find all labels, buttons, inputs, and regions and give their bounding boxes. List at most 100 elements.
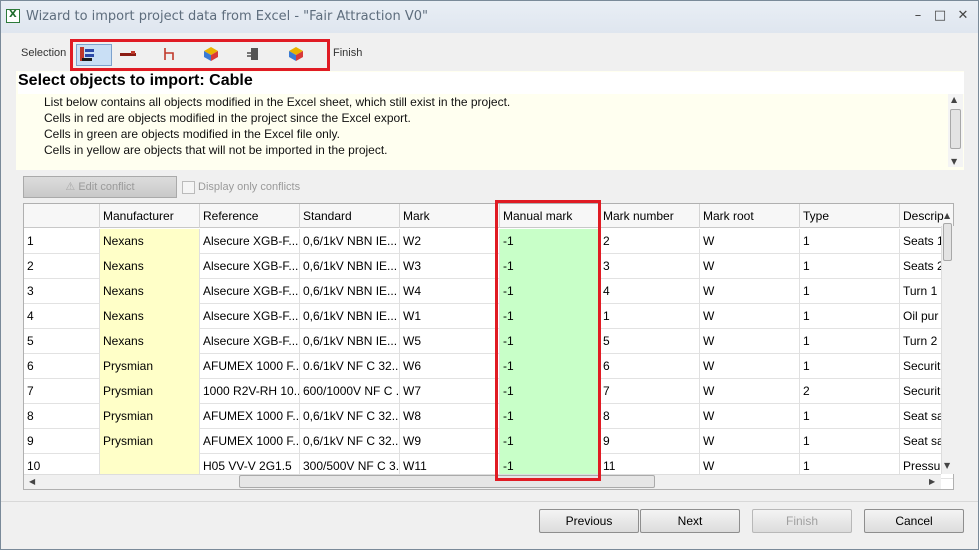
column-header-mark-number[interactable]: Mark number: [600, 204, 700, 228]
table-row[interactable]: 5 Nexans Alsecure XGB-F... 0,6/1kV NBN IE..…: [24, 329, 953, 354]
minimize-button[interactable]: –: [909, 8, 927, 24]
grid-vertical-scroll-thumb[interactable]: [943, 223, 952, 261]
column-header-standard[interactable]: Standard: [300, 204, 400, 228]
mark-cell[interactable]: W8: [400, 404, 500, 429]
manufacturer-cell[interactable]: Prysmian: [100, 404, 200, 429]
close-button[interactable]: ✕: [954, 8, 972, 24]
scroll-up-icon[interactable]: ▲: [944, 211, 950, 220]
mark-root-cell[interactable]: W: [700, 229, 800, 254]
row-index-cell[interactable]: 9: [24, 429, 100, 454]
mark-root-cell[interactable]: W: [700, 279, 800, 304]
instructions-scroll-thumb[interactable]: [950, 109, 961, 149]
mark-root-cell[interactable]: W: [700, 429, 800, 454]
row-index-cell[interactable]: 5: [24, 329, 100, 354]
standard-cell[interactable]: 0,6/1kV NBN IE...: [300, 279, 400, 304]
row-index-cell[interactable]: 6: [24, 354, 100, 379]
manufacturer-cell[interactable]: Prysmian: [100, 379, 200, 404]
column-header-manufacturer[interactable]: Manufacturer: [100, 204, 200, 228]
table-row[interactable]: 4 Nexans Alsecure XGB-F... 0,6/1kV NBN IE..…: [24, 304, 953, 329]
scroll-up-icon[interactable]: ▲: [951, 95, 957, 104]
step-selection-label[interactable]: Selection: [21, 47, 66, 59]
reference-cell[interactable]: Alsecure XGB-F...: [200, 254, 300, 279]
table-row[interactable]: 3 Nexans Alsecure XGB-F... 0,6/1kV NBN IE..…: [24, 279, 953, 304]
mark-cell[interactable]: W5: [400, 329, 500, 354]
type-cell[interactable]: 1: [800, 279, 900, 304]
previous-button[interactable]: Previous: [539, 509, 639, 533]
edit-conflict-button[interactable]: ⚠ Edit conflict: [23, 176, 177, 198]
table-row[interactable]: 9 Prysmian AFUMEX 1000 F... 0,6/1kV NF C 32…: [24, 429, 953, 454]
standard-cell[interactable]: 0,6/1kV NBN IE...: [300, 329, 400, 354]
mark-cell[interactable]: W3: [400, 254, 500, 279]
column-header-reference[interactable]: Reference: [200, 204, 300, 228]
reference-cell[interactable]: Alsecure XGB-F...: [200, 279, 300, 304]
mark-root-cell[interactable]: W: [700, 379, 800, 404]
manufacturer-cell[interactable]: Prysmian: [100, 354, 200, 379]
scroll-left-icon[interactable]: ◀: [29, 477, 35, 486]
manufacturer-cell[interactable]: Nexans: [100, 279, 200, 304]
column-header-type[interactable]: Type: [800, 204, 900, 228]
mark-root-cell[interactable]: W: [700, 354, 800, 379]
scroll-down-icon[interactable]: ▼: [951, 157, 957, 166]
type-cell[interactable]: 1: [800, 229, 900, 254]
reference-cell[interactable]: AFUMEX 1000 F...: [200, 354, 300, 379]
mark-number-cell[interactable]: 7: [600, 379, 700, 404]
mark-number-cell[interactable]: 1: [600, 304, 700, 329]
mark-number-cell[interactable]: 9: [600, 429, 700, 454]
manufacturer-cell[interactable]: Prysmian: [100, 429, 200, 454]
type-cell[interactable]: 1: [800, 329, 900, 354]
type-cell[interactable]: 1: [800, 254, 900, 279]
reference-cell[interactable]: Alsecure XGB-F...: [200, 304, 300, 329]
type-cell[interactable]: 1: [800, 304, 900, 329]
standard-cell[interactable]: 0,6/1kV NF C 32...: [300, 404, 400, 429]
mark-number-cell[interactable]: 2: [600, 229, 700, 254]
row-index-cell[interactable]: 7: [24, 379, 100, 404]
display-only-conflicts-checkbox[interactable]: [182, 181, 195, 194]
row-index-cell[interactable]: 1: [24, 229, 100, 254]
manufacturer-cell[interactable]: Nexans: [100, 229, 200, 254]
manufacturer-cell[interactable]: Nexans: [100, 254, 200, 279]
mark-number-cell[interactable]: 5: [600, 329, 700, 354]
reference-cell[interactable]: AFUMEX 1000 F...: [200, 404, 300, 429]
table-row[interactable]: 2 Nexans Alsecure XGB-F... 0,6/1kV NBN IE..…: [24, 254, 953, 279]
table-row[interactable]: 7 Prysmian 1000 R2V-RH 10... 600/1000V NF C…: [24, 379, 953, 404]
mark-cell[interactable]: W1: [400, 304, 500, 329]
type-cell[interactable]: 1: [800, 429, 900, 454]
column-header-mark[interactable]: Mark: [400, 204, 500, 228]
type-cell[interactable]: 1: [800, 404, 900, 429]
reference-cell[interactable]: Alsecure XGB-F...: [200, 329, 300, 354]
mark-cell[interactable]: W6: [400, 354, 500, 379]
standard-cell[interactable]: 0,6/1kV NF C 32...: [300, 429, 400, 454]
standard-cell[interactable]: 0,6/1kV NBN IE...: [300, 229, 400, 254]
manufacturer-cell[interactable]: Nexans: [100, 304, 200, 329]
maximize-button[interactable]: □: [931, 8, 949, 24]
mark-root-cell[interactable]: W: [700, 304, 800, 329]
reference-cell[interactable]: Alsecure XGB-F...: [200, 229, 300, 254]
mark-number-cell[interactable]: 6: [600, 354, 700, 379]
row-index-cell[interactable]: 2: [24, 254, 100, 279]
type-cell[interactable]: 2: [800, 379, 900, 404]
manufacturer-cell[interactable]: Nexans: [100, 329, 200, 354]
next-button[interactable]: Next: [640, 509, 740, 533]
column-header[interactable]: [24, 204, 100, 228]
row-index-cell[interactable]: 8: [24, 404, 100, 429]
scroll-right-icon[interactable]: ▶: [929, 477, 935, 486]
step-finish-label[interactable]: Finish: [333, 47, 362, 59]
reference-cell[interactable]: AFUMEX 1000 F...: [200, 429, 300, 454]
type-cell[interactable]: 1: [800, 354, 900, 379]
mark-cell[interactable]: W9: [400, 429, 500, 454]
mark-number-cell[interactable]: 8: [600, 404, 700, 429]
mark-cell[interactable]: W4: [400, 279, 500, 304]
column-header-mark-root[interactable]: Mark root: [700, 204, 800, 228]
grid-vertical-scrollbar[interactable]: [941, 226, 954, 474]
reference-cell[interactable]: 1000 R2V-RH 10...: [200, 379, 300, 404]
table-row[interactable]: 1 Nexans Alsecure XGB-F... 0,6/1kV NBN IE..…: [24, 229, 953, 254]
table-row[interactable]: 8 Prysmian AFUMEX 1000 F... 0,6/1kV NF C 32…: [24, 404, 953, 429]
mark-number-cell[interactable]: 4: [600, 279, 700, 304]
scroll-down-icon[interactable]: ▼: [944, 461, 950, 470]
table-row[interactable]: 6 Prysmian AFUMEX 1000 F... 0.6/1kV NF C 32…: [24, 354, 953, 379]
row-index-cell[interactable]: 4: [24, 304, 100, 329]
mark-number-cell[interactable]: 3: [600, 254, 700, 279]
mark-cell[interactable]: W7: [400, 379, 500, 404]
mark-root-cell[interactable]: W: [700, 404, 800, 429]
standard-cell[interactable]: 0,6/1kV NBN IE...: [300, 304, 400, 329]
